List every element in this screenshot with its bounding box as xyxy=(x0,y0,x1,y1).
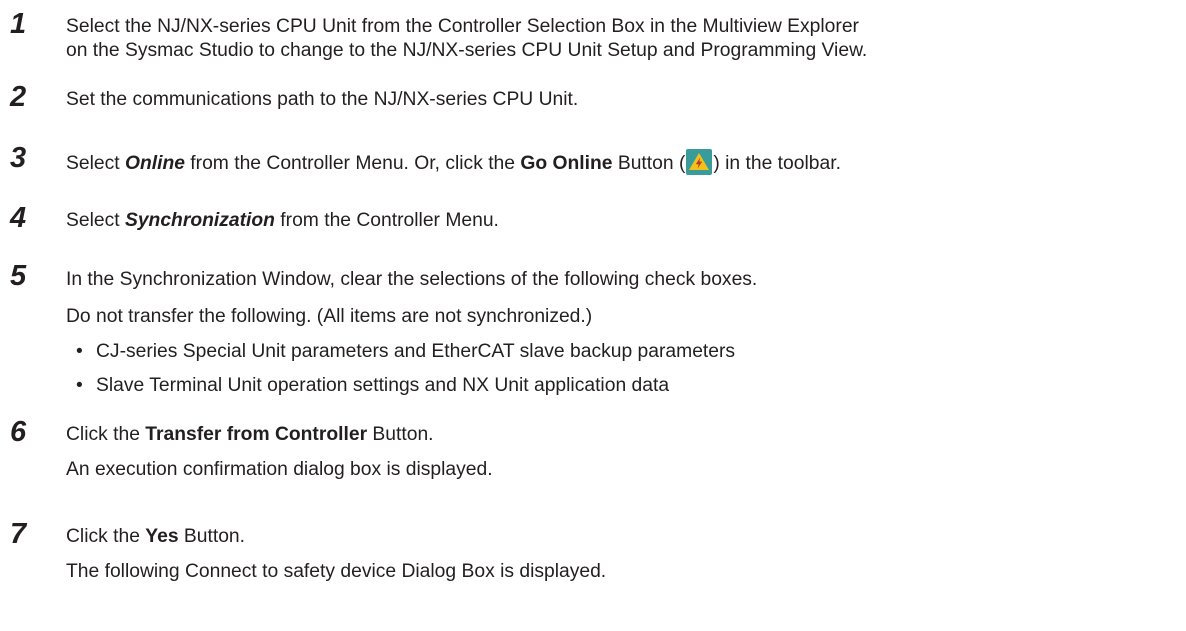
step-number: 7 xyxy=(10,518,27,550)
step-result: An execution confirmation dialog box is … xyxy=(66,459,493,480)
bullet-dot: • xyxy=(76,341,83,362)
step-text-line: Select Synchronization from the Controll… xyxy=(66,209,499,233)
button-name-transfer-from-controller: Transfer from Controller xyxy=(145,424,368,445)
step-text: from the Controller Menu. Or, click the xyxy=(184,153,521,174)
bullet-dot: • xyxy=(76,375,83,396)
step-text-line: Click the Transfer from Controller Butto… xyxy=(66,423,434,447)
step-number: 1 xyxy=(10,8,27,40)
step-number: 5 xyxy=(10,260,27,292)
menu-item-synchronization: Synchronization xyxy=(124,210,275,231)
step-text: Click the xyxy=(66,526,146,547)
bullet-item: • CJ-series Special Unit parameters and E… xyxy=(76,340,735,364)
menu-item-online: Online xyxy=(124,153,185,174)
step-text: Select xyxy=(66,210,125,231)
step-text: ) in the toolbar. xyxy=(713,153,841,174)
step-text-line: In the Synchronization Window, clear the… xyxy=(66,269,758,290)
button-name-yes: Yes xyxy=(145,526,179,547)
step-text: from the Controller Menu. xyxy=(274,210,499,231)
step-text: Button ( xyxy=(612,153,686,174)
step-text: Button. xyxy=(367,424,434,445)
step-result: The following Connect to safety device D… xyxy=(66,561,607,582)
step-text-line: on the Sysmac Studio to change to the NJ… xyxy=(66,40,868,61)
step-number: 4 xyxy=(10,202,27,234)
step-text-line: Select Online from the Controller Menu. … xyxy=(66,149,841,176)
step-text-line: Set the communications path to the NJ/NX… xyxy=(66,89,579,110)
step-text: Click the xyxy=(66,424,146,445)
step-number: 6 xyxy=(10,416,27,448)
step-text-line: Do not transfer the following. (All item… xyxy=(66,306,593,327)
bullet-item: • Slave Terminal Unit operation settings … xyxy=(76,374,669,398)
button-name-go-online: Go Online xyxy=(520,153,613,174)
bullet-text: CJ-series Special Unit parameters and Et… xyxy=(96,341,736,362)
step-number: 2 xyxy=(10,81,27,113)
step-text: Button. xyxy=(178,526,246,547)
step-text-line: Click the Yes Button. xyxy=(66,525,245,549)
bullet-text: Slave Terminal Unit operation settings a… xyxy=(96,375,670,396)
step-number: 3 xyxy=(10,142,27,174)
step-text-line: Select the NJ/NX-series CPU Unit from th… xyxy=(66,16,859,37)
step-text: Select xyxy=(66,153,125,174)
go-online-icon xyxy=(686,149,713,175)
